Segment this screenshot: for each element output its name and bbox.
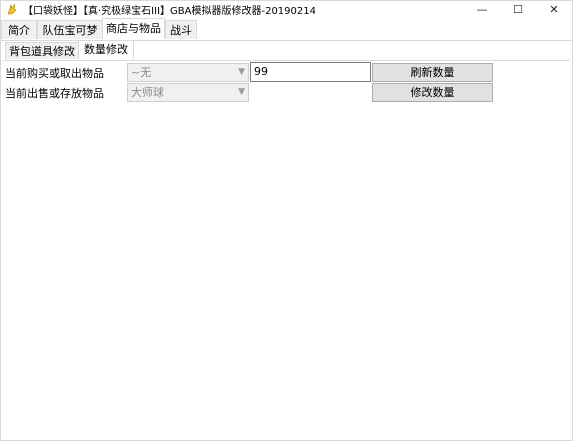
app-window: 【口袋妖怪】【真·究极绿宝石III】GBA模拟器版修改器-20190214 — … xyxy=(0,0,573,441)
tab-intro[interactable]: 简介 xyxy=(1,20,37,39)
sell-item-label: 当前出售或存放物品 xyxy=(5,87,104,100)
window-title: 【口袋妖怪】【真·究极绿宝石III】GBA模拟器版修改器-20190214 xyxy=(23,5,316,17)
minimize-button[interactable]: — xyxy=(464,1,500,17)
tab-quantity-edit[interactable]: 数量修改 xyxy=(78,40,134,59)
close-button[interactable]: ✕ xyxy=(536,1,572,17)
modify-quantity-button[interactable]: 修改数量 xyxy=(372,83,493,102)
tab-shop-items[interactable]: 商店与物品 xyxy=(102,18,165,39)
chevron-down-icon: ▼ xyxy=(238,87,245,97)
tab-bag-item-edit[interactable]: 背包道具修改 xyxy=(5,42,79,59)
buy-item-select[interactable]: ~无 ▼ xyxy=(127,63,249,82)
refresh-quantity-button[interactable]: 刷新数量 xyxy=(372,63,493,82)
tab-party-pokemon[interactable]: 队伍宝可梦 xyxy=(37,20,103,39)
quantity-input[interactable]: 99 xyxy=(250,62,371,82)
title-bar: 【口袋妖怪】【真·究极绿宝石III】GBA模拟器版修改器-20190214 — … xyxy=(1,1,572,17)
buy-item-select-value: ~无 xyxy=(131,66,152,79)
main-tab-bar: 简介 队伍宝可梦 商店与物品 战斗 xyxy=(1,18,572,41)
sub-tab-bar: 背包道具修改 数量修改 xyxy=(3,40,570,61)
app-icon xyxy=(5,3,17,15)
chevron-down-icon: ▼ xyxy=(238,67,245,77)
buy-item-label: 当前购买或取出物品 xyxy=(5,67,104,80)
tab-battle[interactable]: 战斗 xyxy=(165,20,197,39)
maximize-button[interactable]: ☐ xyxy=(500,1,536,17)
sell-item-select-value: 大师球 xyxy=(131,86,164,99)
window-controls: — ☐ ✕ xyxy=(464,1,572,17)
sell-item-select[interactable]: 大师球 ▼ xyxy=(127,83,249,102)
